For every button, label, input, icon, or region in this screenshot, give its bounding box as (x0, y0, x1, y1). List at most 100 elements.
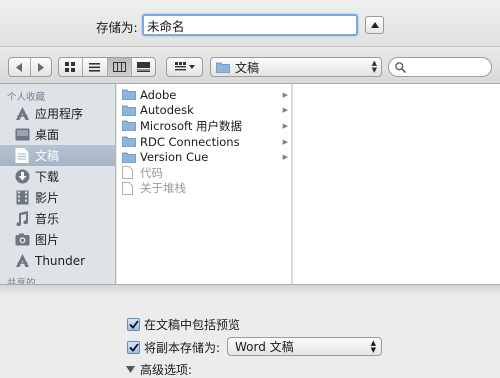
location-label: 文稿 (235, 60, 260, 75)
back-button[interactable] (9, 58, 31, 76)
save-copy-label: 将副本存储为: (144, 341, 221, 355)
file-name: Autodesk (140, 103, 194, 118)
format-value: Word 文稿 (235, 340, 294, 354)
folder-icon (122, 136, 136, 148)
popup-arrows-icon: ▲ ▼ (371, 59, 377, 74)
disclosure-arrow-icon: ▶ (282, 106, 288, 115)
list-view-button[interactable] (83, 58, 108, 76)
forward-arrow-icon (38, 62, 45, 72)
file-row-adobe[interactable]: Adobe ▶ (117, 87, 291, 103)
folder-icon (122, 89, 136, 101)
disclosure-arrow-icon: ▶ (282, 153, 288, 162)
filename-input[interactable] (142, 14, 358, 36)
desktop-icon (14, 127, 30, 143)
save-as-bar: 存储为: (0, 0, 500, 46)
file-row-version-cue[interactable]: Version Cue ▶ (117, 149, 291, 165)
save-copy-option[interactable]: 将副本存储为: (127, 339, 220, 356)
save-options-panel: 在文稿中包括预览 将副本存储为: Word 文稿 ▲ ▼ 高级选项: (0, 294, 500, 378)
panel-divider[interactable] (0, 284, 500, 294)
popup-arrows-icon: ▲ ▼ (370, 339, 376, 354)
sidebar-item-label: 图片 (35, 233, 60, 247)
sidebar-section-favorites: 个人收藏 (7, 92, 46, 103)
sidebar-item-label: 桌面 (35, 128, 60, 142)
music-icon (14, 211, 30, 227)
sidebar-item-desktop[interactable]: 桌面 (0, 124, 115, 145)
folder-icon (122, 151, 136, 163)
forward-button[interactable] (31, 58, 52, 76)
arrange-grid-icon (174, 62, 195, 71)
sidebar-item-documents[interactable]: 文稿 (0, 145, 115, 166)
sidebar-item-thunder[interactable]: Thunder (0, 250, 115, 271)
file-row-microsoft[interactable]: Microsoft 用户数据 ▶ (117, 118, 291, 134)
toolbar: 文稿 ▲ ▼ (0, 46, 500, 84)
movies-icon (14, 190, 30, 206)
checkmark-icon (128, 343, 139, 352)
file-name: Microsoft 用户数据 (140, 118, 242, 133)
file-name: Version Cue (140, 150, 209, 165)
nav-buttons (8, 57, 52, 77)
sidebar-item-downloads[interactable]: 下载 (0, 166, 115, 187)
search-icon (395, 61, 406, 73)
search-field[interactable] (388, 57, 492, 77)
checkmark-icon (128, 320, 139, 329)
list-view-icon (89, 62, 101, 72)
documents-icon (14, 148, 30, 164)
advanced-options-toggle[interactable]: 高级选项: (126, 361, 192, 378)
file-row-rdc[interactable]: RDC Connections ▶ (117, 134, 291, 150)
sidebar-item-label: Thunder (35, 253, 86, 268)
folder-icon (122, 120, 136, 132)
disclosure-arrow-icon: ▶ (282, 90, 288, 99)
arrange-button[interactable] (167, 58, 202, 76)
sidebar-item-pictures[interactable]: 图片 (0, 229, 115, 250)
sidebar-item-label: 影片 (35, 191, 60, 205)
folder-icon (216, 62, 230, 73)
include-preview-checkbox[interactable] (127, 318, 140, 331)
disclosure-arrow-icon: ▶ (282, 137, 288, 146)
preview-column (293, 84, 500, 284)
file-row-about-stacks: 关于堆栈 (117, 181, 291, 197)
thunder-icon (14, 253, 30, 269)
disclosure-triangle-down-icon (126, 366, 135, 373)
file-name: RDC Connections (140, 134, 240, 149)
file-name: 关于堆栈 (140, 181, 186, 196)
sidebar-item-movies[interactable]: 影片 (0, 187, 115, 208)
sidebar-item-label: 音乐 (35, 212, 60, 226)
arrange-menu (166, 57, 203, 77)
view-mode-switcher (58, 57, 156, 77)
format-select[interactable]: Word 文稿 ▲ ▼ (227, 337, 382, 356)
advanced-options-label: 高级选项: (140, 363, 193, 377)
document-icon (122, 166, 136, 180)
collapse-button[interactable] (365, 16, 384, 34)
pictures-icon (14, 232, 30, 248)
back-arrow-icon (15, 62, 22, 72)
document-icon (122, 181, 136, 195)
sidebar-item-applications[interactable]: 应用程序 (0, 103, 115, 124)
file-row-code: 代码 (117, 165, 291, 181)
sidebar-item-label: 文稿 (35, 149, 60, 163)
column-view-icon (112, 62, 126, 72)
coverflow-view-button[interactable] (132, 58, 155, 76)
save-copy-checkbox[interactable] (127, 341, 140, 354)
file-name: Adobe (140, 87, 177, 102)
file-column: Adobe ▶ Autodesk ▶ Microsoft 用户数据 ▶ RDC … (117, 84, 292, 284)
disclosure-arrow-icon: ▶ (282, 121, 288, 130)
downloads-icon (14, 169, 30, 185)
applications-icon (14, 106, 30, 122)
sidebar-section-shared: 共享的 (7, 278, 36, 284)
file-name: 代码 (140, 165, 163, 180)
save-as-label: 存储为: (96, 20, 138, 35)
location-popup[interactable]: 文稿 ▲ ▼ (210, 57, 382, 77)
sidebar-item-label: 应用程序 (35, 107, 84, 121)
column-view-button[interactable] (107, 58, 132, 76)
icon-view-button[interactable] (59, 58, 84, 76)
sidebar-item-label: 下载 (35, 170, 60, 184)
include-preview-label: 在文稿中包括预览 (144, 318, 241, 332)
sidebar-item-music[interactable]: 音乐 (0, 208, 115, 229)
sidebar: 个人收藏 应用程序 桌面 文稿 下载 影片 音乐 图片 Thunder 共享的 (0, 84, 116, 284)
icon-view-icon (65, 62, 76, 72)
folder-icon (122, 104, 136, 116)
include-preview-option[interactable]: 在文稿中包括预览 (127, 316, 240, 333)
coverflow-view-icon (136, 62, 150, 72)
file-row-autodesk[interactable]: Autodesk ▶ (117, 103, 291, 119)
triangle-up-icon (370, 22, 379, 28)
